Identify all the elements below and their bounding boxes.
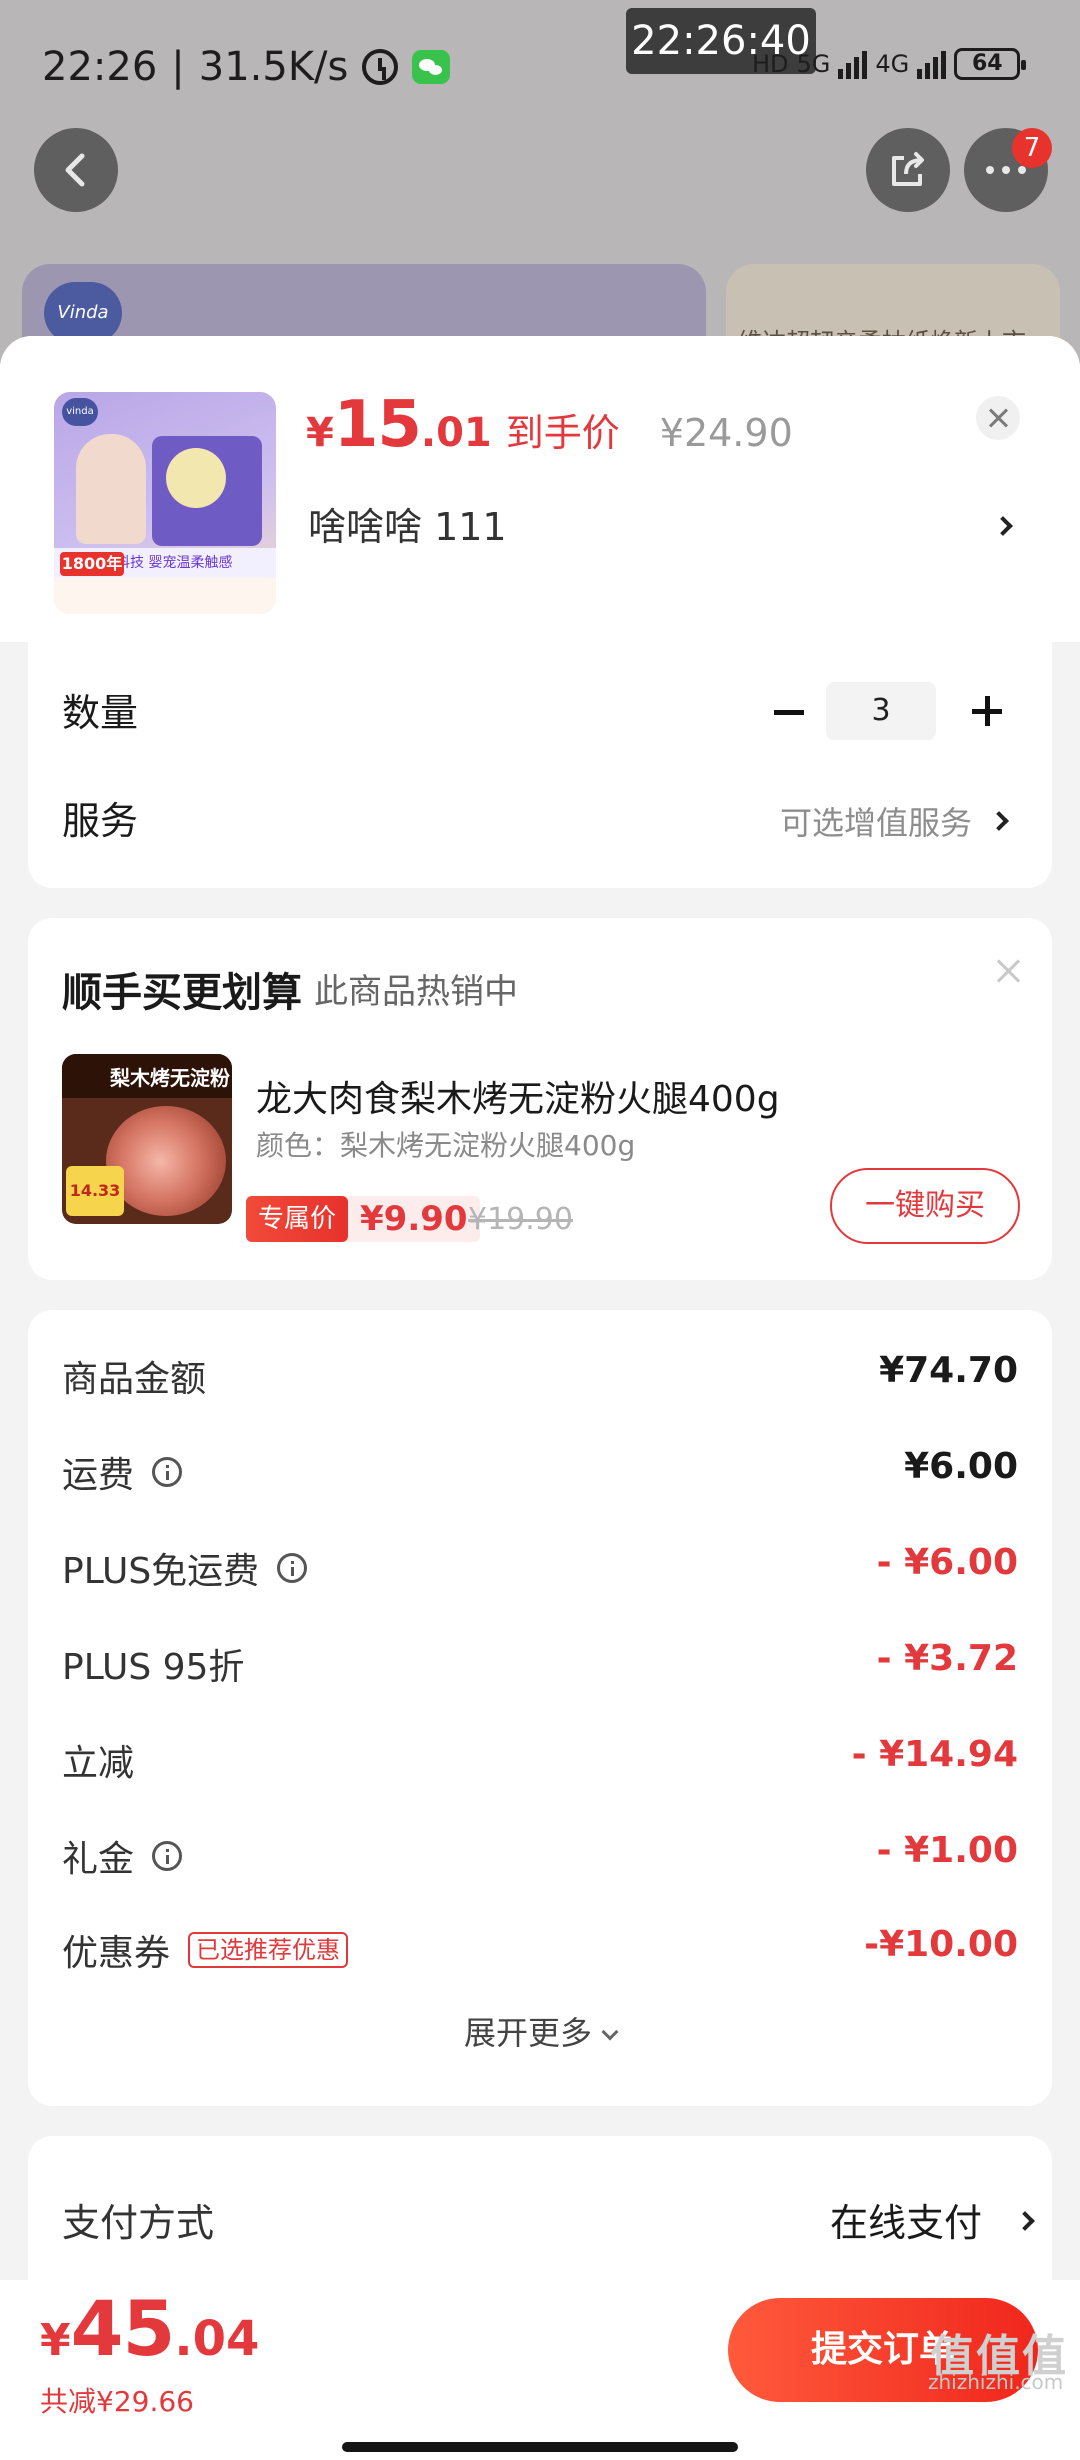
- share-icon: [892, 152, 924, 186]
- upsell-close-icon[interactable]: [994, 956, 1024, 986]
- product-spec[interactable]: 啥啥啥 111: [308, 496, 507, 551]
- back-arrow-icon: [65, 153, 85, 187]
- upsell-price: 专属价 ¥9.90: [246, 1196, 480, 1242]
- chevron-down-icon: [601, 2023, 619, 2041]
- coupon-row[interactable]: 优惠券 已选推荐优惠 -¥10.00: [62, 1924, 1018, 1984]
- info-icon[interactable]: [152, 1841, 183, 1871]
- quantity-label: 数量: [62, 691, 139, 735]
- exclusive-price-tag: 专属价: [246, 1196, 349, 1242]
- payment-label: 支付方式: [62, 2201, 215, 2245]
- upsell-card: 顺手买更划算 此商品热销中 梨木烤无淀粉! 14.33 龙大肉食梨木烤无淀粉火腿…: [28, 918, 1052, 1280]
- status-bar: 22:26 | 31.5K/s 22:26:40 HD 5G 4G 64: [0, 0, 1080, 130]
- info-icon[interactable]: [152, 1457, 183, 1487]
- summary-row: PLUS免运费 - ¥6.00: [62, 1542, 1018, 1592]
- product-header: vinda 空气感黑科技 婴宠温柔触感 1800年 ¥ 15 .01 到手价 ¥…: [0, 336, 1080, 642]
- close-icon[interactable]: [976, 396, 1020, 440]
- coupon-tag: 已选推荐优惠: [188, 1932, 349, 1968]
- summary-row: 立减 - ¥14.94: [62, 1734, 1018, 1784]
- wechat-icon: [412, 50, 451, 84]
- thumb-badge: 1800年: [60, 552, 124, 576]
- info-icon[interactable]: [277, 1553, 308, 1583]
- upsell-subtitle: 此商品热销中: [314, 972, 518, 1012]
- product-thumbnail[interactable]: vinda 空气感黑科技 婴宠温柔触感 1800年: [54, 392, 276, 614]
- home-indicator[interactable]: [342, 2442, 738, 2452]
- battery-icon: 64: [954, 48, 1027, 80]
- service-label: 服务: [62, 799, 139, 843]
- upsell-original-price: ¥19.90: [468, 1202, 573, 1237]
- upsell-product-color: 颜色：梨木烤无淀粉火腿400g: [256, 1129, 636, 1162]
- back-button[interactable]: [34, 128, 118, 212]
- checkout-bar: ¥ 45 .04 共减¥29.66 提交订单 值值值 zhizhizhi.com: [0, 2280, 1080, 2460]
- total-price: ¥ 45 .04: [40, 2284, 260, 2373]
- upsell-product-name[interactable]: 龙大肉食梨木烤无淀粉火腿400g: [256, 1070, 780, 1122]
- net-label-5g: 5G: [796, 50, 831, 78]
- thumb-logo: vinda: [62, 398, 98, 426]
- status-speed: 31.5K/s: [198, 44, 349, 90]
- increment-button[interactable]: [972, 696, 1002, 726]
- order-sheet: vinda 空气感黑科技 婴宠温柔触感 1800年 ¥ 15 .01 到手价 ¥…: [0, 336, 1080, 2460]
- chevron-right-icon: [993, 516, 1013, 536]
- upsell-title: 顺手买更划算: [62, 970, 302, 1016]
- vinda-logo: Vinda: [44, 282, 122, 344]
- product-price: ¥ 15 .01 到手价 ¥24.90: [306, 388, 793, 462]
- share-button[interactable]: [866, 128, 950, 212]
- one-click-buy-button[interactable]: 一键购买: [830, 1168, 1020, 1244]
- status-time: 22:26: [42, 44, 158, 90]
- summary-row: 商品金额 ¥74.70: [62, 1350, 1018, 1400]
- hd-label: HD: [752, 50, 789, 78]
- net-label-4g: 4G: [875, 50, 910, 78]
- total-saved: 共减¥29.66: [40, 2385, 194, 2418]
- chevron-right-icon: [1015, 2211, 1035, 2231]
- upsell-price-value: ¥9.90: [360, 1199, 468, 1239]
- upsell-thumbnail[interactable]: 梨木烤无淀粉! 14.33: [62, 1054, 232, 1224]
- signal-icon-2: [917, 49, 947, 79]
- price-summary-card: 商品金额 ¥74.70 运费 ¥6.00 PLUS免运费 - ¥6.00 PLU…: [28, 1310, 1052, 2106]
- decrement-button[interactable]: [774, 710, 804, 715]
- summary-row: 运费 ¥6.00: [62, 1446, 1018, 1496]
- quantity-service-card: 数量 服务: [28, 642, 1052, 888]
- original-price: ¥24.90: [659, 411, 793, 455]
- expand-more-button[interactable]: 展开更多: [28, 2008, 1052, 2054]
- background-page: 22:26 | 31.5K/s 22:26:40 HD 5G 4G 64 7 V…: [0, 0, 1080, 424]
- quantity-input[interactable]: 3: [826, 682, 936, 740]
- notification-badge: 7: [1012, 128, 1052, 168]
- summary-row: PLUS 95折 - ¥3.72: [62, 1638, 1018, 1688]
- summary-row: 礼金 - ¥1.00: [62, 1830, 1018, 1880]
- watermark: zhizhizhi.com: [928, 2370, 1064, 2394]
- service-option[interactable]: 可选增值服务: [780, 798, 972, 844]
- payment-value: 在线支付: [829, 2201, 982, 2245]
- signal-icon: [838, 49, 868, 79]
- final-price-tag: 到手价: [505, 411, 620, 455]
- more-icon: [986, 166, 1026, 174]
- alarm-icon: [362, 49, 399, 85]
